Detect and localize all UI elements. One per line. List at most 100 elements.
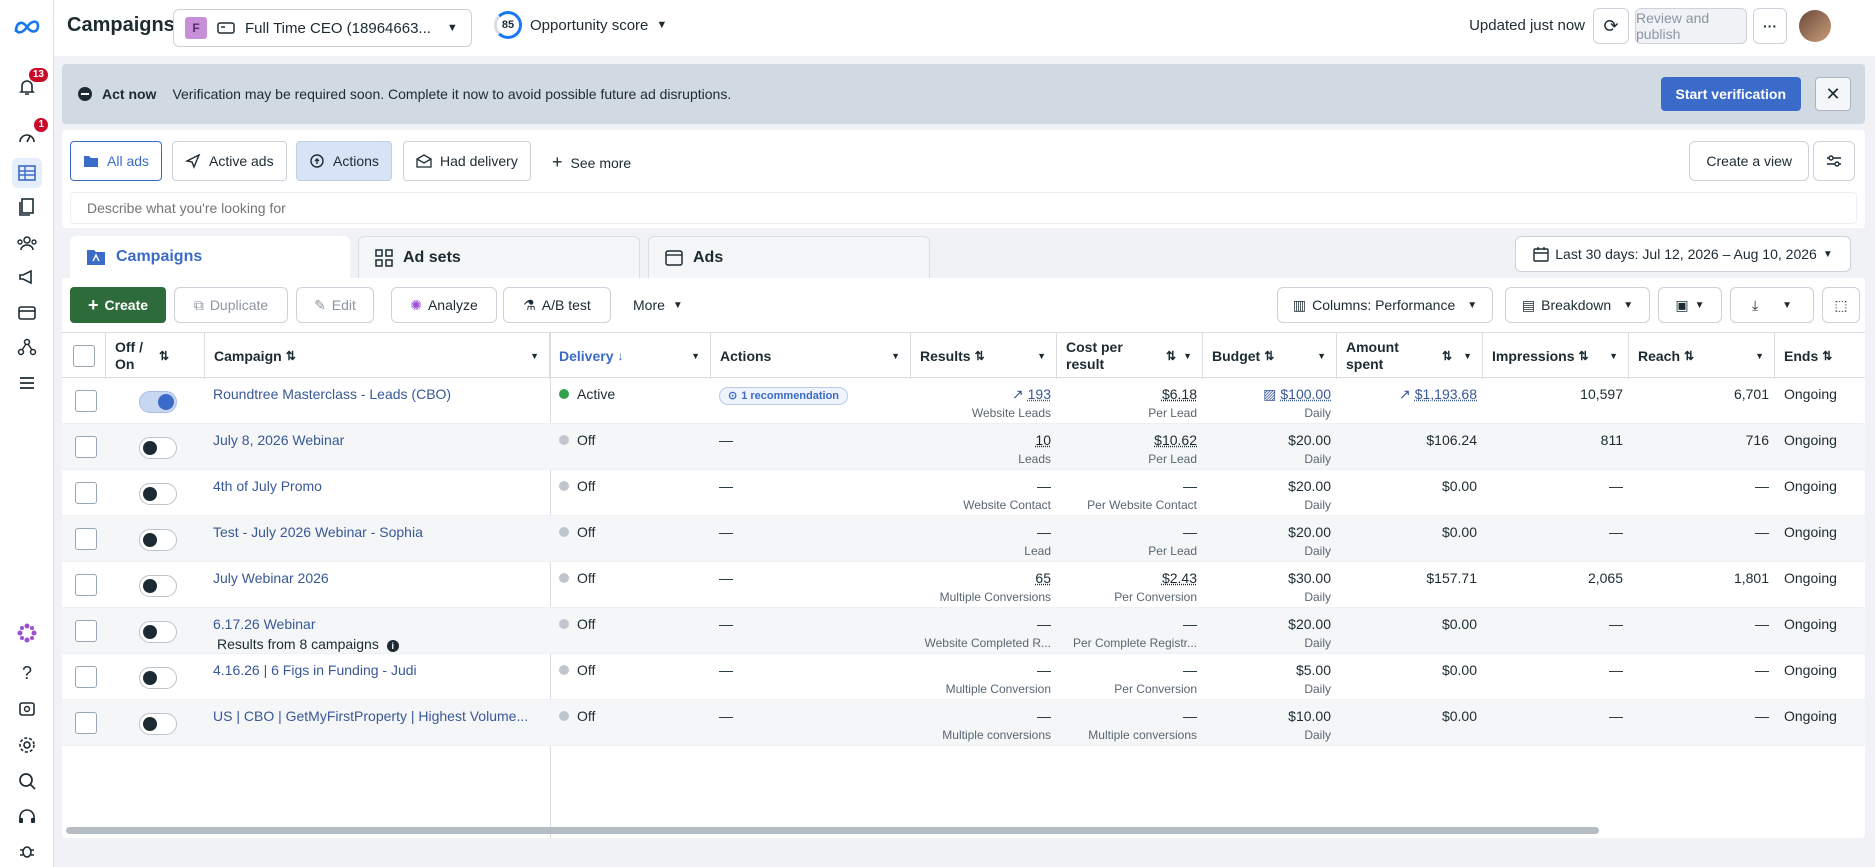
campaign-toggle[interactable] [139,713,177,735]
chart-toggle-button[interactable]: ⬚ [1822,287,1860,323]
horizontal-scrollbar[interactable] [66,827,1599,834]
select-all-checkbox[interactable] [73,345,95,367]
actions-cell[interactable]: ⊙ 1 recommendation [719,386,849,405]
refresh-button[interactable]: ⟳ [1593,8,1629,44]
row-checkbox[interactable] [75,390,97,412]
close-icon[interactable]: ✕ [1815,77,1851,111]
business-network-icon[interactable] [12,332,42,362]
campaign-toggle[interactable] [139,483,177,505]
table-row[interactable]: July 8, 2026 Webinar Off — 10 Leads $10.62 Per… [62,424,1865,470]
campaign-name-link[interactable]: July Webinar 2026 [213,570,543,586]
col-impressions[interactable]: Impressions ⇅ ▼ [1483,333,1629,379]
info-icon[interactable]: i [386,640,399,652]
col-amount-spent[interactable]: Amount spent ⇅ ▼ [1337,333,1483,379]
start-verification-button[interactable]: Start verification [1660,77,1801,111]
cpr-value[interactable]: $2.43 [1057,570,1197,586]
see-more-button[interactable]: + See more [552,152,631,173]
breakdown-dropdown[interactable]: ▤ Breakdown ▼ [1505,287,1650,323]
budget-value[interactable]: ▨ $100.00 [1191,386,1331,403]
alerts-gauge-icon[interactable]: 1 [12,118,48,152]
chip-all-ads[interactable]: All ads [70,141,163,181]
search-icon[interactable] [12,766,42,796]
tab-ad-sets[interactable]: Ad sets [358,236,640,278]
meta-logo-icon[interactable] [12,12,42,42]
spent-value[interactable]: ↗ $1,193.68 [1337,386,1477,403]
row-checkbox[interactable] [75,620,97,642]
reports-icon[interactable] [12,192,42,222]
duplicate-button[interactable]: ⧉ Duplicate [174,287,288,323]
create-view-button[interactable]: Create a view [1689,141,1809,181]
create-button[interactable]: + Create [70,287,166,323]
campaign-name-link[interactable]: 4th of July Promo [213,478,543,494]
results-value[interactable]: 65 [911,570,1051,586]
recommendation-badge[interactable]: ⊙ 1 recommendation [719,386,849,405]
menu-hamburger-icon[interactable] [12,368,42,398]
row-checkbox[interactable] [75,712,97,734]
more-options-button[interactable]: ··· [1753,8,1787,44]
tab-campaigns[interactable]: Campaigns [70,236,350,278]
col-ends[interactable]: Ends ⇅ [1775,333,1865,379]
table-row[interactable]: 4th of July Promo Off — — Website Contact — Pe… [62,470,1865,516]
columns-dropdown[interactable]: ▥ Columns: Performance ▼ [1277,287,1493,323]
col-delivery[interactable]: Delivery ↓ ▼ [550,333,711,379]
campaign-name-link[interactable]: July 8, 2026 Webinar [213,432,543,448]
campaign-toggle[interactable] [139,575,177,597]
campaign-toggle[interactable] [139,621,177,643]
ab-test-button[interactable]: ⚗ A/B test [503,287,611,323]
date-range-picker[interactable]: Last 30 days: Jul 12, 2026 – Aug 10, 202… [1515,236,1851,272]
billing-card-icon[interactable] [12,298,42,328]
account-selector[interactable]: F Full Time CEO (18964663... ▼ [173,9,472,47]
campaign-name-link[interactable]: Roundtree Masterclass - Leads (CBO) [213,386,543,402]
col-actions[interactable]: Actions ▼ [711,333,911,379]
more-dropdown[interactable]: More ▼ [633,297,683,313]
campaign-name-link[interactable]: US | CBO | GetMyFirstProperty | Highest … [213,708,543,724]
ads-manager-table-icon[interactable] [12,158,42,188]
row-checkbox[interactable] [75,436,97,458]
chip-actions[interactable]: Actions [296,141,392,181]
bug-report-icon[interactable] [12,836,42,866]
col-reach[interactable]: Reach ⇅ ▼ [1629,333,1775,379]
row-checkbox[interactable] [75,482,97,504]
help-question-icon[interactable]: ? [12,658,42,688]
campaign-toggle[interactable] [139,667,177,689]
results-value[interactable]: 10 [911,432,1051,448]
describe-search-input[interactable] [70,192,1857,224]
col-campaign[interactable]: Campaign ⇅ ▼ [205,333,550,379]
edit-button[interactable]: ✎ Edit [296,287,374,323]
table-row[interactable]: July Webinar 2026 Off — 65 Multiple Conversi… [62,562,1865,608]
row-checkbox[interactable] [75,528,97,550]
user-avatar[interactable] [1799,10,1831,42]
table-row[interactable]: Roundtree Masterclass - Leads (CBO) Activ… [62,378,1865,424]
audiences-icon[interactable] [12,228,42,258]
results-value[interactable]: ↗ 193 [911,386,1051,403]
cpr-value[interactable]: $10.62 [1057,432,1197,448]
campaign-name-link[interactable]: 6.17.26 Webinar [213,616,543,632]
view-settings-button[interactable] [1813,141,1855,181]
table-row[interactable]: 4.16.26 | 6 Figs in Funding - Judi Off — — M… [62,654,1865,700]
campaign-megaphone-icon[interactable] [12,262,42,292]
reports-dropdown[interactable]: ▣ ▼ [1658,287,1722,323]
campaign-name-link[interactable]: Test - July 2026 Webinar - Sophia [213,524,543,540]
chip-active-ads[interactable]: Active ads [172,141,287,181]
campaign-toggle[interactable] [139,437,177,459]
col-budget[interactable]: Budget ⇅ ▼ [1203,333,1337,379]
table-row[interactable]: Test - July 2026 Webinar - Sophia Off — — Le… [62,516,1865,562]
support-headset-icon[interactable] [12,802,42,832]
settings-gear-icon[interactable] [12,730,42,760]
ai-sparkle-icon[interactable] [12,618,42,648]
cpr-value[interactable]: $6.18 [1057,386,1197,402]
tab-ads[interactable]: Ads [648,236,930,278]
col-cost-per-result[interactable]: Cost per result ⇅ ▼ [1057,333,1203,379]
campaign-toggle[interactable] [139,529,177,551]
notifications-bell-icon[interactable]: 13 [12,68,48,102]
campaign-toggle[interactable] [139,391,177,413]
col-results[interactable]: Results ⇅ ▼ [911,333,1057,379]
campaign-name-link[interactable]: 4.16.26 | 6 Figs in Funding - Judi [213,662,543,678]
col-off-on[interactable]: Off / On ⇅ [106,333,205,379]
export-dropdown[interactable]: ⤓ ▼ [1730,287,1814,323]
chip-had-delivery[interactable]: Had delivery [403,141,531,181]
media-library-icon[interactable] [12,694,42,724]
row-checkbox[interactable] [75,666,97,688]
analyze-button[interactable]: ✺ Analyze [391,287,497,323]
row-checkbox[interactable] [75,574,97,596]
